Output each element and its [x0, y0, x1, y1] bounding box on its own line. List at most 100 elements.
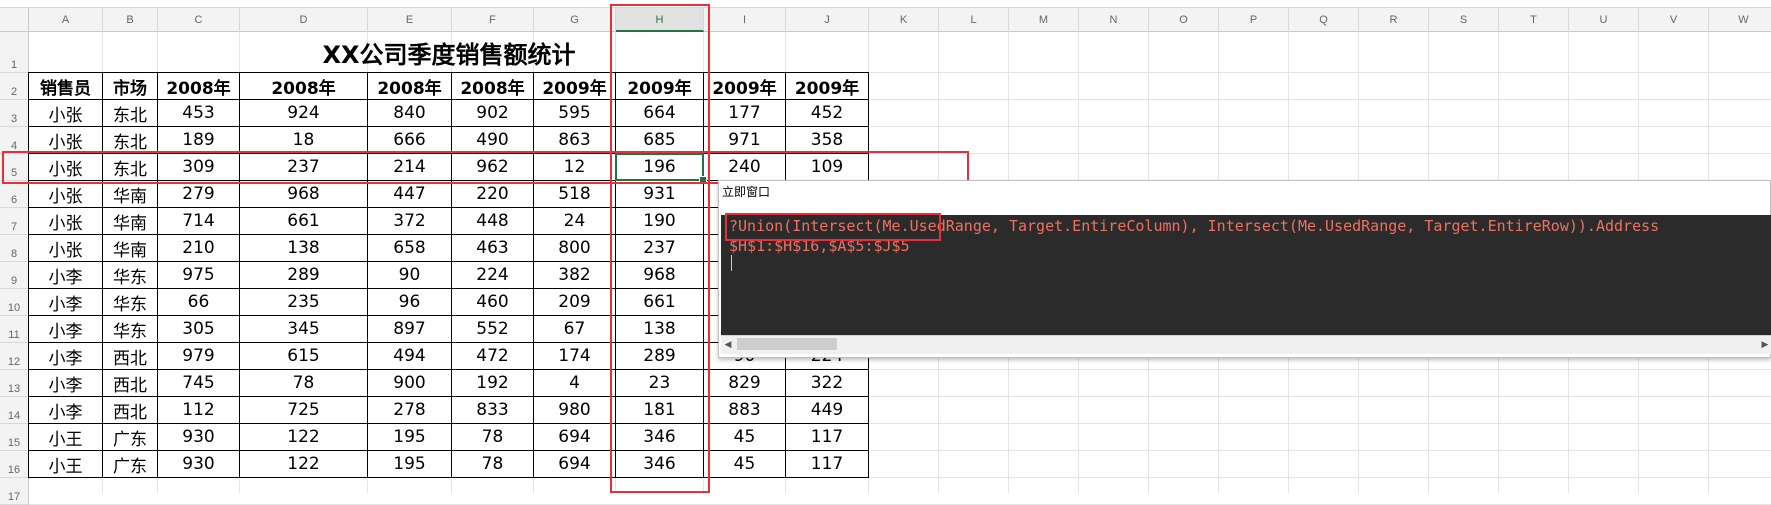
table-cell[interactable]: 224	[452, 262, 534, 289]
table-cell[interactable]: 897	[368, 316, 452, 343]
table-cell[interactable]: 东北	[103, 127, 158, 154]
table-cell[interactable]: 小李	[29, 370, 103, 397]
table-cell[interactable]: 924	[240, 100, 368, 127]
table-cell[interactable]: 华南	[103, 208, 158, 235]
table-cell[interactable]: 382	[534, 262, 616, 289]
table-cell[interactable]: 305	[158, 316, 240, 343]
table-cell[interactable]: 745	[158, 370, 240, 397]
table-cell[interactable]: 华东	[103, 316, 158, 343]
table-header-cell[interactable]: 销售员	[29, 73, 103, 100]
table-cell[interactable]: 322	[786, 370, 869, 397]
column-header-s[interactable]: S	[1429, 8, 1499, 32]
table-cell[interactable]: 小王	[29, 424, 103, 451]
column-header-v[interactable]: V	[1639, 8, 1709, 32]
table-cell[interactable]: 112	[158, 397, 240, 424]
column-header-o[interactable]: O	[1149, 8, 1219, 32]
row-header-12[interactable]: 12	[0, 343, 29, 370]
row-header-10[interactable]: 10	[0, 289, 29, 316]
column-header-c[interactable]: C	[158, 8, 240, 32]
table-cell[interactable]: 694	[534, 451, 616, 478]
table-cell[interactable]: 90	[368, 262, 452, 289]
table-cell[interactable]: 220	[452, 181, 534, 208]
table-cell[interactable]: 930	[158, 451, 240, 478]
row-header-3[interactable]: 3	[0, 100, 29, 127]
table-cell[interactable]: 小李	[29, 343, 103, 370]
table-cell[interactable]: 235	[240, 289, 368, 316]
table-cell[interactable]: 518	[534, 181, 616, 208]
table-cell[interactable]: 广东	[103, 451, 158, 478]
column-header-i[interactable]: I	[704, 8, 786, 32]
table-cell[interactable]: 490	[452, 127, 534, 154]
table-cell[interactable]: 345	[240, 316, 368, 343]
table-cell[interactable]: 东北	[103, 100, 158, 127]
table-cell[interactable]: 902	[452, 100, 534, 127]
table-cell[interactable]: 45	[704, 424, 786, 451]
table-cell[interactable]: 122	[240, 424, 368, 451]
table-cell[interactable]: 195	[368, 424, 452, 451]
column-header-g[interactable]: G	[534, 8, 616, 32]
table-cell[interactable]: 西北	[103, 370, 158, 397]
column-header-l[interactable]: L	[939, 8, 1009, 32]
table-cell[interactable]: 66	[158, 289, 240, 316]
row-header-13[interactable]: 13	[0, 370, 29, 397]
table-cell[interactable]: 980	[534, 397, 616, 424]
table-cell[interactable]: 595	[534, 100, 616, 127]
column-header-b[interactable]: B	[103, 8, 158, 32]
table-cell[interactable]: 西北	[103, 397, 158, 424]
table-cell[interactable]: 小李	[29, 262, 103, 289]
table-cell[interactable]: 666	[368, 127, 452, 154]
table-cell[interactable]: 658	[368, 235, 452, 262]
row-header-4[interactable]: 4	[0, 127, 29, 154]
column-header-n[interactable]: N	[1079, 8, 1149, 32]
column-header-u[interactable]: U	[1569, 8, 1639, 32]
table-cell[interactable]: 452	[786, 100, 869, 127]
table-cell[interactable]: 华南	[103, 181, 158, 208]
table-cell[interactable]: 725	[240, 397, 368, 424]
table-cell[interactable]: 小王	[29, 451, 103, 478]
table-cell[interactable]: 863	[534, 127, 616, 154]
table-cell[interactable]: 829	[704, 370, 786, 397]
table-cell[interactable]: 552	[452, 316, 534, 343]
column-header-p[interactable]: P	[1219, 8, 1289, 32]
table-cell[interactable]: 714	[158, 208, 240, 235]
table-cell[interactable]: 小张	[29, 235, 103, 262]
select-all-corner[interactable]	[0, 8, 29, 32]
table-cell[interactable]: 494	[368, 343, 452, 370]
table-cell[interactable]: 小李	[29, 397, 103, 424]
table-header-cell[interactable]: 2009年	[786, 73, 869, 100]
column-header-j[interactable]: J	[786, 8, 869, 32]
column-header-d[interactable]: D	[240, 8, 368, 32]
table-header-cell[interactable]: 2009年	[704, 73, 786, 100]
table-cell[interactable]: 67	[534, 316, 616, 343]
table-cell[interactable]: 883	[704, 397, 786, 424]
table-cell[interactable]: 694	[534, 424, 616, 451]
table-cell[interactable]: 192	[452, 370, 534, 397]
table-cell[interactable]: 447	[368, 181, 452, 208]
row-header-14[interactable]: 14	[0, 397, 29, 424]
table-cell[interactable]: 358	[786, 127, 869, 154]
row-header-11[interactable]: 11	[0, 316, 29, 343]
table-cell[interactable]: 930	[158, 424, 240, 451]
table-cell[interactable]: 463	[452, 235, 534, 262]
table-cell[interactable]: 472	[452, 343, 534, 370]
table-cell[interactable]: 小李	[29, 289, 103, 316]
table-cell[interactable]: 117	[786, 424, 869, 451]
table-cell[interactable]: 195	[368, 451, 452, 478]
table-cell[interactable]: 小张	[29, 127, 103, 154]
table-cell[interactable]: 900	[368, 370, 452, 397]
table-cell[interactable]: 18	[240, 127, 368, 154]
row-header-15[interactable]: 15	[0, 424, 29, 451]
table-cell[interactable]: 453	[158, 100, 240, 127]
row-header-9[interactable]: 9	[0, 262, 29, 289]
table-cell[interactable]: 189	[158, 127, 240, 154]
table-cell[interactable]: 138	[240, 235, 368, 262]
table-header-cell[interactable]: 2008年	[158, 73, 240, 100]
table-cell[interactable]: 小张	[29, 100, 103, 127]
row-header-7[interactable]: 7	[0, 208, 29, 235]
table-cell[interactable]: 华东	[103, 262, 158, 289]
table-cell[interactable]: 615	[240, 343, 368, 370]
table-cell[interactable]: 209	[534, 289, 616, 316]
scrollbar-thumb[interactable]	[737, 338, 837, 350]
table-cell[interactable]: 460	[452, 289, 534, 316]
table-cell[interactable]: 96	[368, 289, 452, 316]
